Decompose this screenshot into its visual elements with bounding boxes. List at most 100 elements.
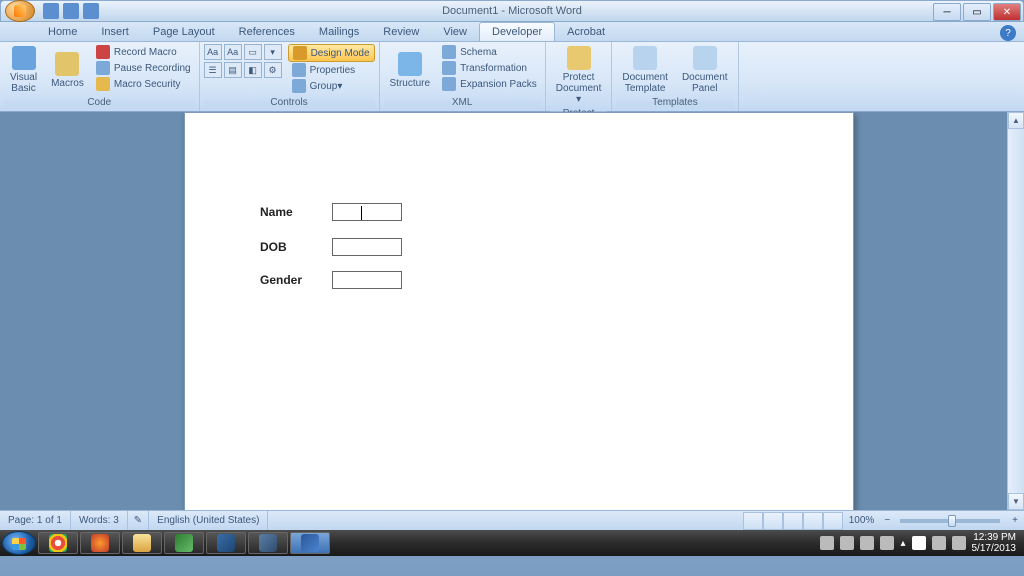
field-dob[interactable] [332,238,402,256]
taskbar-explorer[interactable] [122,532,162,554]
group-icon [292,79,306,93]
visual-basic-button[interactable]: Visual Basic [4,44,43,96]
taskbar-firefox[interactable] [80,532,120,554]
tray-icon-2[interactable] [840,536,854,550]
clock-date: 5/17/2013 [972,543,1017,554]
outline-view-button[interactable] [803,512,823,530]
label-gender: Gender [260,273,332,287]
tab-acrobat[interactable]: Acrobat [555,23,617,41]
workspace: Name DOB Gender ▲ ▼ Page: 1 of 1 Words: … [0,112,1024,530]
tab-page-layout[interactable]: Page Layout [141,23,227,41]
close-button[interactable]: ✕ [993,3,1021,21]
date-picker-control-icon[interactable]: ▤ [224,62,242,78]
status-language[interactable]: English (United States) [149,511,268,530]
save-icon[interactable] [43,3,59,19]
tray-icon-1[interactable] [820,536,834,550]
pause-recording-button[interactable]: Pause Recording [92,60,195,76]
protect-document-button[interactable]: Protect Document ▾ [550,44,608,107]
group-xml: Structure Schema Transformation Expansio… [380,42,546,111]
transformation-icon [442,61,456,75]
legacy-tools-icon[interactable]: ⚙ [264,62,282,78]
schema-button[interactable]: Schema [438,44,541,60]
status-proofing-icon[interactable]: ✎ [128,511,149,530]
maximize-button[interactable]: ▭ [963,3,991,21]
print-layout-view-button[interactable] [743,512,763,530]
text-cursor [361,206,362,220]
undo-icon[interactable] [63,3,79,19]
tab-mailings[interactable]: Mailings [307,23,371,41]
title-bar: Document1 - Microsoft Word ─ ▭ ✕ [0,0,1024,22]
tab-review[interactable]: Review [371,23,431,41]
rich-text-control-icon[interactable]: Aa [204,44,222,60]
system-tray: ▴ 12:39 PM 5/17/2013 [820,532,1022,554]
zoom-thumb[interactable] [948,515,956,527]
help-icon[interactable]: ? [1000,25,1016,41]
structure-button[interactable]: Structure [384,44,437,96]
zoom-level[interactable]: 100% [843,515,881,526]
group-label-controls: Controls [204,96,375,109]
design-mode-button[interactable]: Design Mode [288,44,375,62]
taskbar: ▴ 12:39 PM 5/17/2013 [0,530,1024,556]
minimize-button[interactable]: ─ [933,3,961,21]
tab-view[interactable]: View [431,23,479,41]
volume-icon[interactable] [952,536,966,550]
expansion-packs-button[interactable]: Expansion Packs [438,76,541,92]
controls-gallery: Aa Aa ▭ ▾ ☰ ▤ ◧ ⚙ [204,44,282,96]
draft-view-button[interactable] [823,512,843,530]
quick-access-toolbar [43,3,99,19]
page[interactable]: Name DOB Gender [184,112,854,510]
action-center-icon[interactable] [912,536,926,550]
taskbar-media[interactable] [206,532,246,554]
picture-control-icon[interactable]: ▭ [244,44,262,60]
scroll-down-button[interactable]: ▼ [1008,493,1024,510]
tray-icon-3[interactable] [860,536,874,550]
vertical-scrollbar[interactable]: ▲ ▼ [1007,112,1024,510]
tray-icon-4[interactable] [880,536,894,550]
network-icon[interactable] [932,536,946,550]
full-screen-view-button[interactable] [763,512,783,530]
tab-insert[interactable]: Insert [89,23,141,41]
tab-references[interactable]: References [227,23,307,41]
document-area[interactable]: Name DOB Gender ▲ ▼ [0,112,1024,510]
macros-button[interactable]: Macros [45,44,90,96]
status-page[interactable]: Page: 1 of 1 [0,511,71,530]
zoom-in-button[interactable]: + [1006,515,1024,526]
combo-box-control-icon[interactable]: ▾ [264,44,282,60]
status-words[interactable]: Words: 3 [71,511,128,530]
group-label-templates: Templates [616,96,733,109]
record-macro-button[interactable]: Record Macro [92,44,195,60]
plain-text-control-icon[interactable]: Aa [224,44,242,60]
scroll-up-button[interactable]: ▲ [1008,112,1024,129]
status-bar: Page: 1 of 1 Words: 3 ✎ English (United … [0,510,1024,530]
zoom-slider[interactable] [900,519,1000,523]
field-name[interactable] [332,203,402,221]
group-button[interactable]: Group ▾ [288,78,375,94]
start-button[interactable] [2,531,36,555]
web-layout-view-button[interactable] [783,512,803,530]
taskbar-video[interactable] [248,532,288,554]
field-gender[interactable] [332,271,402,289]
design-mode-icon [293,46,307,60]
ribbon: Visual Basic Macros Record Macro Pause R… [0,42,1024,112]
redo-icon[interactable] [83,3,99,19]
document-template-button[interactable]: Document Template [616,44,674,96]
taskbar-excel[interactable] [164,532,204,554]
ribbon-tabs: Home Insert Page Layout References Maili… [0,22,1024,42]
document-panel-button[interactable]: Document Panel [676,44,734,96]
label-dob: DOB [260,240,332,254]
macro-security-button[interactable]: Macro Security [92,76,195,92]
taskbar-word[interactable] [290,532,330,554]
zoom-out-button[interactable]: − [880,515,894,526]
tab-home[interactable]: Home [36,23,89,41]
expansion-packs-icon [442,77,456,91]
taskbar-chrome[interactable] [38,532,78,554]
clock[interactable]: 12:39 PM 5/17/2013 [972,532,1017,554]
show-hidden-icons[interactable]: ▴ [900,538,905,549]
tab-developer[interactable]: Developer [479,22,555,41]
label-name: Name [260,205,332,219]
building-block-control-icon[interactable]: ◧ [244,62,262,78]
transformation-button[interactable]: Transformation [438,60,541,76]
properties-button[interactable]: Properties [288,62,375,78]
dropdown-control-icon[interactable]: ☰ [204,62,222,78]
office-button[interactable] [5,0,35,22]
